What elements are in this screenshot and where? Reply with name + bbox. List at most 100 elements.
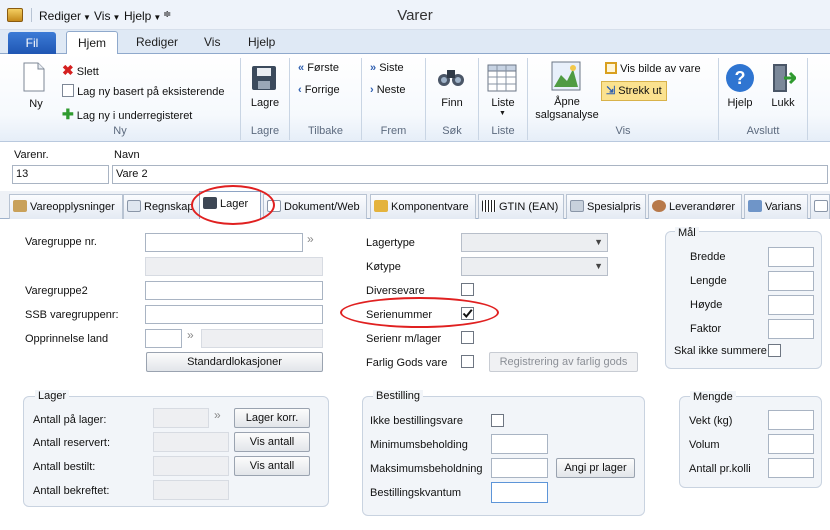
- apne-salgsanalyse-button[interactable]: [551, 61, 583, 93]
- ssb-field[interactable]: [145, 305, 323, 324]
- antall-pr-kolli-field[interactable]: [768, 458, 814, 478]
- bestillingskvantum-label: Bestillingskvantum: [370, 487, 462, 499]
- lagre-button[interactable]: [250, 64, 280, 94]
- lookup-chevron-icon[interactable]: »: [214, 408, 221, 422]
- slett-button[interactable]: ✖ Slett: [62, 62, 99, 79]
- antall-pa-lager-field: [153, 408, 209, 428]
- finn-label: Finn: [441, 97, 463, 109]
- ledger-icon: [127, 200, 141, 212]
- tab-komponentvare[interactable]: Komponentvare: [370, 194, 476, 219]
- maksimumsbeholdning-field[interactable]: [491, 458, 548, 478]
- picture-frame-icon: [605, 62, 617, 74]
- ikke-bestillingsvare-checkbox[interactable]: [491, 414, 504, 427]
- varegruppe2-label: Varegruppe2: [25, 285, 88, 297]
- group-label-liste: Liste: [491, 125, 515, 137]
- diversevare-label: Diversevare: [366, 285, 425, 297]
- varenr-field[interactable]: 13: [12, 165, 109, 184]
- varegruppe-name-field: [145, 257, 323, 276]
- tab-fil[interactable]: Fil: [8, 32, 56, 54]
- tab-rediger[interactable]: Rediger: [136, 35, 178, 49]
- search-icon: [814, 200, 828, 212]
- serienr-m-lager-label: Serienr m/lager: [366, 333, 442, 345]
- faktor-label: Faktor: [690, 323, 722, 335]
- vis-bilde-button[interactable]: Vis bilde av vare: [605, 62, 701, 75]
- opprinnelse-field[interactable]: [145, 329, 182, 348]
- standardlokasjoner-button[interactable]: Standardlokasjoner: [146, 352, 323, 372]
- lag-ny-under-button[interactable]: ✚ Lag ny i underregisteret: [62, 106, 192, 123]
- varegruppe-nr-field[interactable]: [145, 233, 303, 252]
- chart-picture-icon: [551, 61, 581, 91]
- farlig-gods-checkbox[interactable]: [461, 355, 474, 368]
- tab-more[interactable]: [810, 194, 830, 219]
- delete-x-icon: ✖: [62, 62, 74, 78]
- registrering-farlig-gods-button[interactable]: Registrering av farlig gods: [489, 352, 638, 372]
- tab-regnskap[interactable]: Regnskap: [123, 194, 201, 219]
- lagertype-select[interactable]: ▼: [461, 233, 608, 252]
- liste-label: Liste: [491, 97, 515, 109]
- lookup-chevron-icon[interactable]: »: [187, 328, 194, 342]
- apne-label: Åpne: [554, 96, 580, 108]
- vekt-field[interactable]: [768, 410, 814, 430]
- varegruppe2-field[interactable]: [145, 281, 323, 300]
- tab-varians[interactable]: Varians: [744, 194, 808, 219]
- group-label-vis: Vis: [615, 125, 631, 137]
- tab-hjem[interactable]: Hjem: [66, 31, 118, 55]
- lengde-field[interactable]: [768, 271, 814, 291]
- tab-leverandorer[interactable]: Leverandører: [648, 194, 742, 219]
- kotype-select[interactable]: ▼: [461, 257, 608, 276]
- lookup-chevron-icon[interactable]: »: [307, 232, 314, 246]
- chevron-down-icon[interactable]: ▼: [499, 110, 506, 117]
- diversevare-checkbox[interactable]: [461, 283, 474, 296]
- ikke-bestillingsvare-label: Ikke bestillingsvare: [370, 415, 463, 427]
- lag-ny-basert-button[interactable]: Lag ny basert på eksisterende: [62, 84, 224, 98]
- tab-hjelp[interactable]: Hjelp: [248, 35, 275, 49]
- ny-button[interactable]: [22, 62, 50, 98]
- navn-field[interactable]: Vare 2: [112, 165, 828, 184]
- volum-field[interactable]: [768, 434, 814, 454]
- faktor-field[interactable]: [768, 319, 814, 339]
- kotype-label: Køtype: [366, 261, 401, 273]
- bestillingskvantum-field[interactable]: [491, 482, 548, 503]
- neste-button[interactable]: › Neste: [370, 84, 405, 96]
- finn-button[interactable]: [436, 64, 468, 94]
- varegruppe-nr-label: Varegruppe nr.: [25, 236, 97, 248]
- floppy-disk-icon: [252, 66, 276, 90]
- hjelp-button[interactable]: ?: [724, 62, 756, 94]
- mal-group-title: Mål: [675, 227, 699, 239]
- tab-vis[interactable]: Vis: [204, 35, 220, 49]
- minimumsbeholding-field[interactable]: [491, 434, 548, 454]
- tab-vareopplysninger[interactable]: Vareopplysninger: [9, 194, 123, 219]
- angi-pr-lager-button[interactable]: Angi pr lager: [556, 458, 635, 478]
- lukk-button[interactable]: [770, 62, 798, 94]
- binoculars-icon: [438, 70, 464, 86]
- hoyde-field[interactable]: [768, 295, 814, 315]
- salgsanalyse-label: salgsanalyse: [535, 109, 599, 121]
- group-label-avslutt: Avslutt: [746, 125, 780, 137]
- group-label-frem: Frem: [380, 125, 407, 137]
- person-icon: [652, 200, 666, 212]
- volum-label: Volum: [689, 439, 720, 451]
- minimumsbeholding-label: Minimumsbeholding: [370, 439, 468, 451]
- tab-dokument-web[interactable]: Dokument/Web: [263, 194, 367, 219]
- right-arrow-icon: ›: [370, 84, 374, 96]
- vis-antall-bestilt-button[interactable]: Vis antall: [234, 456, 310, 476]
- forrige-button[interactable]: ‹ Forrige: [298, 84, 340, 96]
- ny-label: Ny: [29, 98, 43, 110]
- serienr-m-lager-checkbox[interactable]: [461, 331, 474, 344]
- strekk-ut-button[interactable]: ⇲ Strekk ut: [601, 81, 667, 101]
- component-icon: [374, 200, 388, 212]
- tab-gtin-ean[interactable]: GTIN (EAN): [478, 194, 564, 219]
- tab-spesialpris[interactable]: Spesialpris: [566, 194, 646, 219]
- opprinnelse-name-field: [201, 329, 323, 348]
- table-grid-icon: [487, 64, 517, 92]
- ssb-label: SSB varegruppenr:: [25, 309, 119, 321]
- barcode-icon: [482, 200, 496, 212]
- vis-antall-reservert-button[interactable]: Vis antall: [234, 432, 310, 452]
- lager-korr-button[interactable]: Lager korr.: [234, 408, 310, 428]
- siste-button[interactable]: » Siste: [370, 62, 404, 74]
- bredde-field[interactable]: [768, 247, 814, 267]
- forste-button[interactable]: « Første: [298, 62, 339, 74]
- liste-button[interactable]: [487, 64, 519, 94]
- skal-ikke-summere-checkbox[interactable]: [768, 344, 781, 357]
- lagre-label: Lagre: [250, 97, 280, 109]
